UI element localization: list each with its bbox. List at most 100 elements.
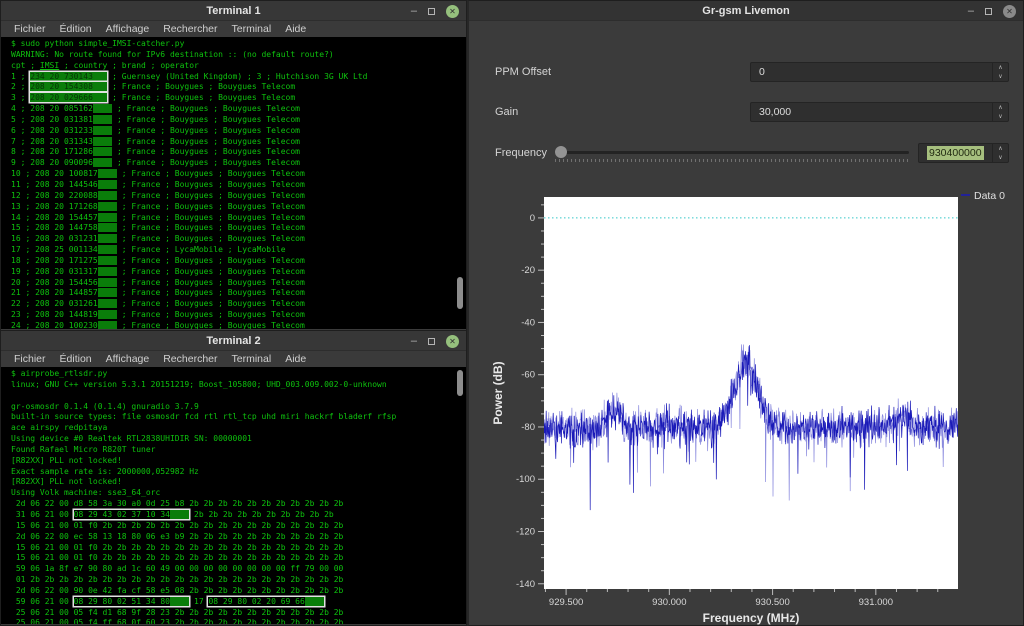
terminal-1-scroll-handle[interactable] [457, 277, 463, 309]
menu-item-affichage[interactable]: Affichage [99, 23, 157, 35]
gain-value[interactable]: 30,000 [751, 103, 992, 121]
terminal-line: 25 06 21 00 05 f4 ff 68 0f 60 23 2b 2b 2… [11, 618, 344, 624]
close-icon[interactable]: ✕ [446, 334, 459, 348]
terminal-2-titlebar[interactable]: Terminal 2 – ✕ [1, 331, 466, 351]
terminal-line: 21 ; 208 20 144857 ; France ; Bouygues ;… [11, 288, 305, 298]
x-tick-label: 930.500 [755, 597, 789, 608]
terminal-line: $ sudo python simple_IMSI-catcher.py [11, 39, 185, 48]
terminal-1-titlebar[interactable]: Terminal 1 – ✕ [1, 1, 466, 21]
ppm-offset-spin-arrows[interactable]: ∧ ∨ [992, 63, 1008, 81]
terminal-line: 1 ; 234 20 730143 ; Guernsey (United Kin… [11, 71, 368, 81]
terminal-line: Using Volk machine: sse3_64_orc [11, 488, 161, 498]
terminal-line: 9 ; 208 20 090096 ; France ; Bouygues ; … [11, 158, 300, 168]
close-icon[interactable]: ✕ [1003, 4, 1016, 18]
frequency-spin-arrows[interactable]: ∧ ∨ [992, 144, 1008, 162]
menu-item-fichier[interactable]: Fichier [7, 23, 53, 35]
menu-item-aide[interactable]: Aide [278, 23, 313, 35]
terminal-1-output[interactable]: $ sudo python simple_IMSI-catcher.py WARN… [1, 37, 466, 329]
y-tick-label: -40 [521, 317, 535, 328]
x-tick-label: 931.000 [859, 597, 893, 608]
terminal-line: 8 ; 208 20 171286 ; France ; Bouygues ; … [11, 147, 300, 157]
terminal-2-window: Terminal 2 – ✕ Fichier Édition Affichage Re… [0, 330, 467, 626]
menu-item-rechercher[interactable]: Rechercher [156, 353, 224, 365]
frequency-spinbox[interactable]: 930400000 ∧ ∨ [918, 143, 1009, 163]
y-tick-label: -80 [521, 422, 535, 433]
terminal-line: 10 ; 208 20 100817 ; France ; Bouygues ;… [11, 169, 305, 179]
terminal-line: 3 ; 208 20 029666 ; France ; Bouygues ; … [11, 93, 296, 103]
terminal-line: 15 06 21 00 01 f0 2b 2b 2b 2b 2b 2b 2b 2… [11, 520, 344, 530]
terminal-2-output[interactable]: $ airprobe_rtlsdr.py linux; GNU C++ versi… [1, 367, 466, 624]
terminal-line: Using device #0 Realtek RTL2838UHIDIR SN… [11, 434, 252, 444]
terminal-line: 15 06 21 00 01 f0 2b 2b 2b 2b 2b 2b 2b 2… [11, 542, 344, 552]
frequency-slider[interactable] [555, 151, 909, 154]
desktop: Terminal 1 – ✕ Fichier Édition Affichage Re… [0, 0, 1024, 626]
ppm-offset-spinbox[interactable]: 0 ∧ ∨ [750, 62, 1009, 82]
maximize-icon[interactable] [428, 337, 435, 345]
terminal-line: cpt ; IMSI ; country ; brand ; operator [11, 60, 199, 70]
minimize-icon[interactable]: – [411, 6, 417, 17]
y-tick-label: -120 [516, 527, 535, 538]
terminal-line: 15 ; 208 20 144758 ; France ; Bouygues ;… [11, 223, 305, 233]
ppm-offset-label: PPM Offset [495, 66, 552, 78]
gain-label: Gain [495, 106, 519, 118]
maximize-icon[interactable] [428, 7, 435, 15]
gain-spinbox[interactable]: 30,000 ∧ ∨ [750, 102, 1009, 122]
terminal-line: 6 ; 208 20 031233 ; France ; Bouygues ; … [11, 125, 300, 135]
frequency-slider-handle[interactable] [555, 146, 567, 158]
terminal-line: 24 ; 208 20 100230 ; France ; Bouygues ;… [11, 320, 305, 329]
terminal-line: 2d 06 22 00 d8 58 3a 30 a0 0d 25 b8 2b 2… [11, 499, 344, 509]
menu-item-affichage[interactable]: Affichage [99, 353, 157, 365]
terminal-line: 59 06 21 00 08 29 80 02 51 34 80 17 08 2… [11, 596, 466, 608]
frequency-slider-ticks [555, 159, 909, 162]
x-tick-label: 929.500 [549, 597, 583, 608]
y-tick-label: -100 [516, 474, 535, 485]
menu-item-terminal[interactable]: Terminal [225, 23, 279, 35]
spin-down-icon[interactable]: ∨ [993, 72, 1008, 81]
terminal-line: 2 ; 208 20 154308 ; France ; Bouygues ; … [11, 82, 296, 92]
terminal-line: 14 ; 208 20 154457 ; France ; Bouygues ;… [11, 212, 305, 222]
spin-down-icon[interactable]: ∨ [993, 112, 1008, 121]
terminal-line: 19 ; 208 20 031317 ; France ; Bouygues ;… [11, 266, 305, 276]
terminal-line: 2d 06 22 00 90 0e 42 fa cf 58 e5 08 2b 2… [11, 585, 344, 595]
terminal-1-scrollbar[interactable] [456, 38, 464, 328]
menu-item-edition[interactable]: Édition [53, 23, 99, 35]
terminal-1-window: Terminal 1 – ✕ Fichier Édition Affichage Re… [0, 0, 467, 331]
terminal-line: [R82XX] PLL not locked! [11, 455, 122, 465]
spin-up-icon[interactable]: ∧ [993, 144, 1008, 153]
grgsm-titlebar[interactable]: Gr-gsm Livemon – ✕ [469, 1, 1023, 21]
gain-spin-arrows[interactable]: ∧ ∨ [992, 103, 1008, 121]
legend-label: Data 0 [974, 190, 1005, 202]
y-tick-label: -60 [521, 370, 535, 381]
grgsm-livemon-window: Gr-gsm Livemon – ✕ PPM Offset 0 ∧ ∨ Gain… [467, 0, 1024, 626]
minimize-icon[interactable]: – [411, 336, 417, 347]
frequency-value[interactable]: 930400000 [919, 144, 992, 162]
terminal-line: 17 ; 208 25 001134 ; France ; LycaMobile… [11, 245, 286, 255]
y-tick-label: 0 [530, 213, 535, 224]
ppm-offset-value[interactable]: 0 [751, 63, 992, 81]
spectrum-chart: 929.500 930.000 930.500 931.000 0 -20 -40 -60 -8… [491, 190, 1005, 625]
maximize-icon[interactable] [985, 7, 992, 15]
terminal-line: WARNING: No route found for IPv6 destina… [11, 49, 334, 59]
terminal-line: ace airspy redpitaya [11, 423, 108, 433]
terminal-line: 4 ; 208 20 085162 ; France ; Bouygues ; … [11, 104, 300, 114]
terminal-2-scrollbar[interactable] [456, 368, 464, 623]
close-icon[interactable]: ✕ [446, 4, 459, 18]
terminal-line: 15 06 21 00 01 f0 2b 2b 2b 2b 2b 2b 2b 2… [11, 553, 344, 563]
spin-up-icon[interactable]: ∧ [993, 63, 1008, 72]
terminal-line: 5 ; 208 20 031381 ; France ; Bouygues ; … [11, 114, 300, 124]
menu-item-edition[interactable]: Édition [53, 353, 99, 365]
terminal-line: 31 06 21 00 08 29 43 02 37 10 34 2b 2b 2… [11, 509, 334, 519]
terminal-2-scroll-handle[interactable] [457, 370, 463, 396]
minimize-icon[interactable]: – [968, 6, 974, 17]
terminal-line: Found Rafael Micro R820T tuner [11, 444, 156, 454]
menu-item-terminal[interactable]: Terminal [225, 353, 279, 365]
terminal-line: [R82XX] PLL not locked! [11, 477, 122, 487]
menu-item-aide[interactable]: Aide [278, 353, 313, 365]
terminal-line: 7 ; 208 20 031343 ; France ; Bouygues ; … [11, 136, 300, 146]
spin-up-icon[interactable]: ∧ [993, 103, 1008, 112]
terminal-1-menubar: Fichier Édition Affichage Rechercher Termina… [1, 21, 466, 37]
menu-item-rechercher[interactable]: Rechercher [156, 23, 224, 35]
menu-item-fichier[interactable]: Fichier [7, 353, 53, 365]
terminal-line: gr-osmosdr 0.1.4 (0.1.4) gnuradio 3.7.9 [11, 401, 199, 411]
spin-down-icon[interactable]: ∨ [993, 153, 1008, 162]
